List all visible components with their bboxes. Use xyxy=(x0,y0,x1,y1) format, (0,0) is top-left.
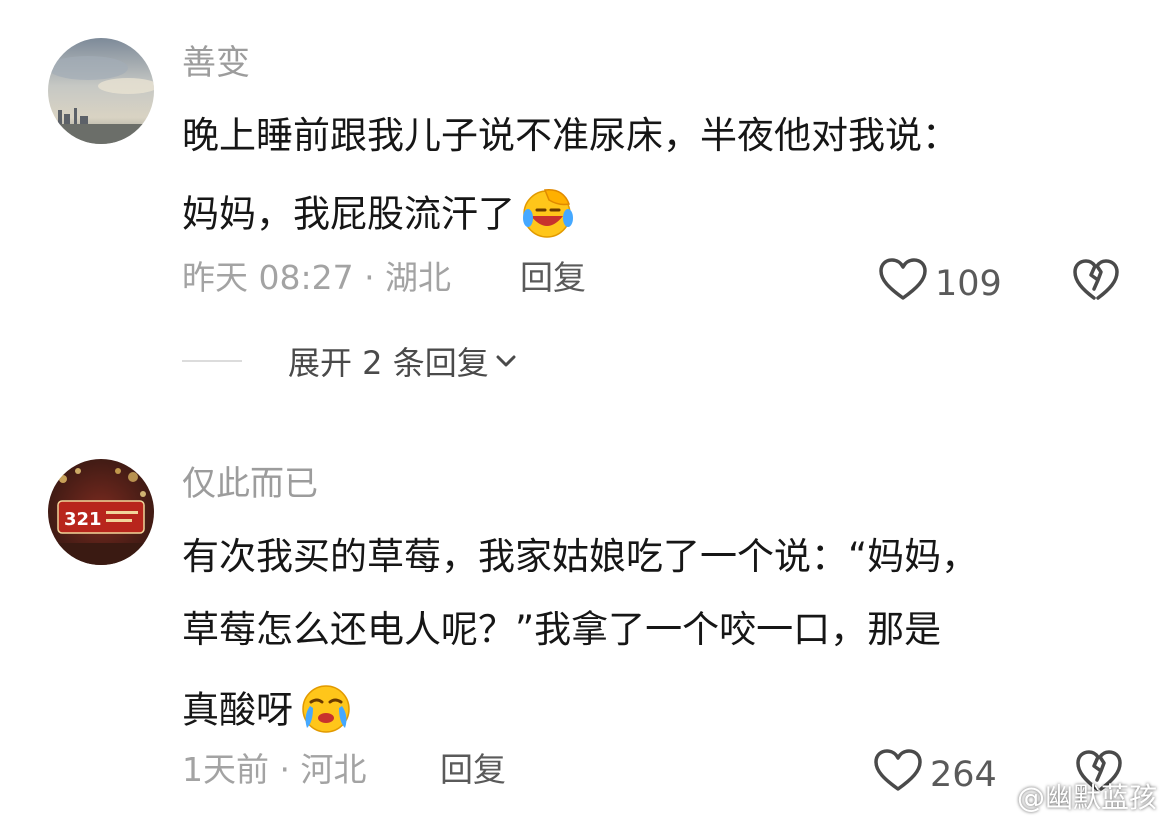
username[interactable]: 善变 xyxy=(182,43,250,83)
broken-heart-icon xyxy=(1072,259,1120,306)
divider xyxy=(182,360,242,362)
heart-outline-icon xyxy=(877,256,929,311)
facepalm-laughing-emoji xyxy=(519,186,577,246)
like-count: 109 xyxy=(935,263,1002,304)
comment-text: 真酸呀 xyxy=(182,688,293,732)
crying-face-emoji xyxy=(297,682,355,742)
avatar-text: 321 xyxy=(64,509,102,530)
username[interactable]: 仅此而已 xyxy=(182,464,318,504)
comment-text-line: 真酸呀 xyxy=(182,682,355,742)
avatar[interactable] xyxy=(48,38,154,144)
reply-button[interactable]: 回复 xyxy=(440,750,506,790)
heart-outline-icon xyxy=(872,747,924,802)
expand-replies-button[interactable]: 展开 2 条回复 xyxy=(182,338,517,384)
like-button[interactable]: 109 xyxy=(877,256,1002,311)
time-location: 1天前 · 河北 xyxy=(182,750,367,789)
watermark: @幽默蓝孩 xyxy=(979,776,1157,816)
watermark-text: @幽默蓝孩 xyxy=(1016,781,1157,814)
avatar[interactable]: 321 xyxy=(48,459,154,565)
time-location: 昨天 08:27 · 湖北 xyxy=(182,258,452,297)
comment-text-line: 草莓怎么还电人呢？”我拿了一个咬一口，那是 xyxy=(182,608,942,651)
chevron-down-icon xyxy=(495,353,517,369)
comment-text-line: 晚上睡前跟我儿子说不准尿床，半夜他对我说： xyxy=(182,114,959,157)
comment-text-line: 有次我买的草莓，我家姑娘吃了一个说：“妈妈， xyxy=(182,535,979,578)
comment-text: 妈妈，我屁股流汗了 xyxy=(182,192,515,236)
weibo-logo-icon xyxy=(979,783,1011,809)
dislike-button[interactable] xyxy=(1072,256,1120,306)
reply-button[interactable]: 回复 xyxy=(520,258,586,298)
comment-text-line: 妈妈，我屁股流汗了 xyxy=(182,186,577,246)
expand-replies-label: 展开 2 条回复 xyxy=(288,344,489,382)
